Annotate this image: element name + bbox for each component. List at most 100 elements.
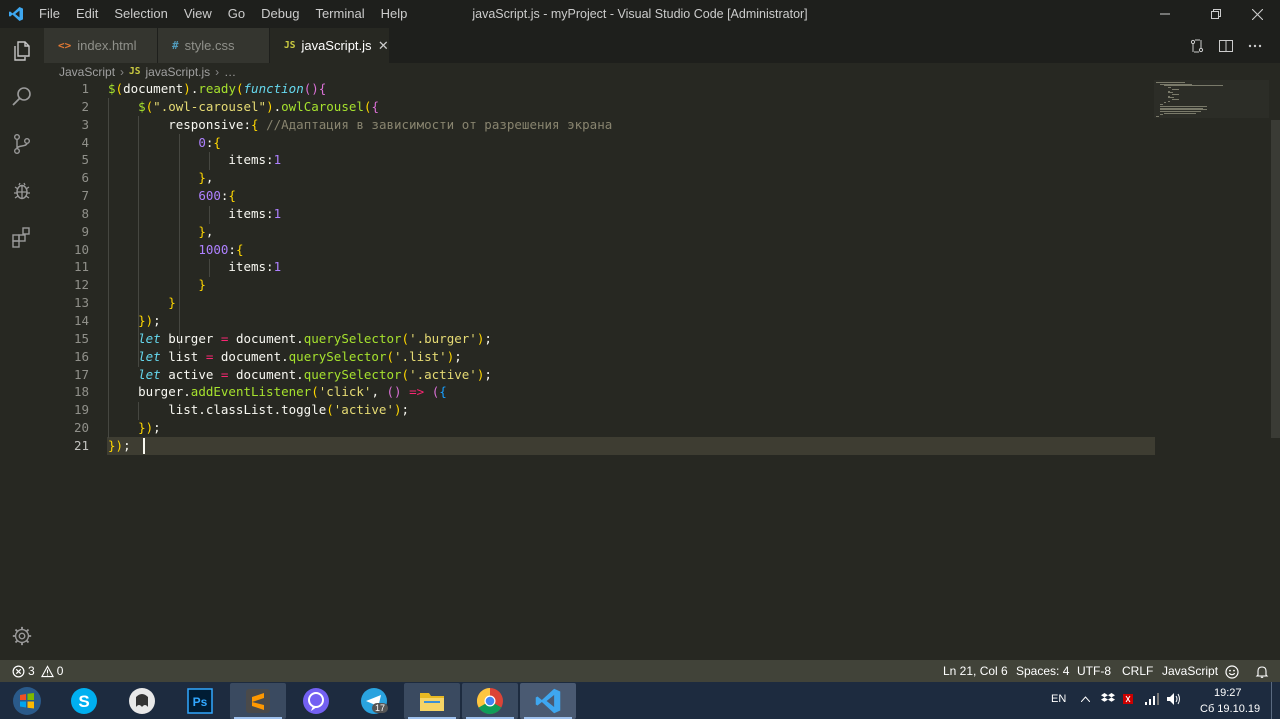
cursor-position[interactable]: Ln 21, Col 6 xyxy=(943,660,1008,682)
code-line[interactable]: }, xyxy=(108,223,1158,241)
line-number-gutter: 1 2 3 4 5 6 7 8 9 10 11 12 13 14 15 16 1… xyxy=(44,80,89,455)
menu-selection[interactable]: Selection xyxy=(106,0,175,28)
line-ending[interactable]: CRLF xyxy=(1122,660,1153,682)
language-mode[interactable]: JavaScript xyxy=(1162,660,1218,682)
editor-tabs: <> index.html # style.css JS javaScript.… xyxy=(44,28,1280,63)
code-line[interactable]: let active = document.querySelector('.ac… xyxy=(108,366,1158,384)
explorer-button[interactable] xyxy=(8,37,36,65)
system-tray: EN 19:27 Сб 19.10.19 xyxy=(1040,682,1280,719)
code-line[interactable]: }); xyxy=(108,312,1158,330)
minimap-row xyxy=(1172,93,1179,95)
problems-indicator[interactable]: 3 0 xyxy=(12,660,63,682)
minimize-button[interactable] xyxy=(1142,0,1188,28)
search-icon xyxy=(12,87,31,106)
code-line[interactable]: items:1 xyxy=(108,258,1158,276)
network-signal-icon[interactable] xyxy=(1144,692,1160,706)
start-button[interactable] xyxy=(0,683,54,719)
close-window-button[interactable] xyxy=(1234,0,1280,28)
gear-icon xyxy=(12,626,32,646)
clock-date[interactable]: Сб 19.10.19 xyxy=(1200,703,1260,715)
code-line[interactable]: 600:{ xyxy=(108,187,1158,205)
taskbar-file-explorer[interactable] xyxy=(404,683,460,719)
manage-button[interactable] xyxy=(8,622,36,650)
code-line[interactable]: let burger = document.querySelector('.bu… xyxy=(108,330,1158,348)
menu-view[interactable]: View xyxy=(176,0,220,28)
minimap-row xyxy=(1168,100,1170,102)
line-number: 8 xyxy=(81,205,89,221)
code-line[interactable]: $(".owl-carousel").owlCarousel({ xyxy=(108,98,1158,116)
code-line[interactable]: } xyxy=(108,276,1158,294)
extensions-button[interactable] xyxy=(8,223,36,251)
code-line[interactable]: }, xyxy=(108,169,1158,187)
breadcrumb-language[interactable]: JavaScript xyxy=(59,65,115,79)
taskbar-viber[interactable] xyxy=(288,683,344,719)
taskbar-photoshop[interactable]: Ps xyxy=(172,683,228,719)
debug-button[interactable] xyxy=(8,177,36,205)
file-explorer-icon xyxy=(420,693,444,711)
show-hidden-icons-icon[interactable] xyxy=(1081,696,1090,702)
menu-go[interactable]: Go xyxy=(220,0,253,28)
warning-count: 0 xyxy=(56,664,64,678)
code-line[interactable]: burger.addEventListener('click', () => (… xyxy=(108,383,1158,401)
windows-taskbar: S Ps 17 EN 19:27 Сб 19.10.19 xyxy=(0,682,1280,719)
show-desktop-button[interactable] xyxy=(1271,682,1280,719)
code-line[interactable]: items:1 xyxy=(108,151,1158,169)
code-line[interactable]: }); xyxy=(108,437,1158,455)
line-number: 6 xyxy=(81,170,89,186)
security-alert-icon[interactable] xyxy=(1122,692,1136,706)
taskbar-skype[interactable]: S xyxy=(56,683,112,719)
code-line[interactable]: let list = document.querySelector('.list… xyxy=(108,348,1158,366)
taskbar-vscode[interactable] xyxy=(520,683,576,719)
breadcrumb-symbols[interactable]: … xyxy=(224,65,236,79)
taskbar-bitnami[interactable] xyxy=(114,683,170,719)
search-button[interactable] xyxy=(8,83,36,111)
activity-bar xyxy=(0,28,44,660)
line-number: 13 xyxy=(73,295,89,311)
line-number: 4 xyxy=(81,134,89,150)
taskbar-chrome[interactable] xyxy=(462,683,518,719)
code-line[interactable]: $(document).ready(function(){ xyxy=(108,80,1158,98)
line-number: 16 xyxy=(73,348,89,364)
open-changes-button[interactable] xyxy=(1187,36,1207,56)
code-editor[interactable]: 1 2 3 4 5 6 7 8 9 10 11 12 13 14 15 16 1… xyxy=(44,80,1280,660)
tab-style-css[interactable]: # style.css xyxy=(158,28,270,63)
dropbox-icon[interactable] xyxy=(1101,693,1115,705)
restore-button[interactable] xyxy=(1193,0,1239,28)
code-line[interactable]: list.classList.toggle('active'); xyxy=(108,401,1158,419)
css-file-icon: # xyxy=(172,39,179,52)
warning-icon xyxy=(40,664,54,677)
menu-help[interactable]: Help xyxy=(373,0,416,28)
more-actions-button[interactable] xyxy=(1245,36,1265,56)
split-editor-button[interactable] xyxy=(1216,36,1236,56)
menu-edit[interactable]: Edit xyxy=(68,0,106,28)
minimap[interactable] xyxy=(1154,80,1270,118)
indentation[interactable]: Spaces: 4 xyxy=(1016,660,1069,682)
tab-javascript-js[interactable]: JS javaScript.js ✕ xyxy=(270,28,390,63)
taskbar-telegram[interactable]: 17 xyxy=(346,683,402,719)
breadcrumb-file[interactable]: javaScript.js xyxy=(145,65,210,79)
code-line[interactable]: }); xyxy=(108,419,1158,437)
code-lines[interactable]: $(document).ready(function(){ $(".owl-ca… xyxy=(108,80,1158,455)
volume-icon[interactable] xyxy=(1166,692,1182,706)
taskbar-sublime[interactable] xyxy=(230,683,286,719)
source-control-button[interactable] xyxy=(8,130,36,158)
code-line[interactable]: } xyxy=(108,294,1158,312)
menu-debug[interactable]: Debug xyxy=(253,0,307,28)
smiley-icon xyxy=(1225,665,1239,679)
clock-time[interactable]: 19:27 xyxy=(1214,687,1242,699)
encoding[interactable]: UTF-8 xyxy=(1077,660,1111,682)
input-language[interactable]: EN xyxy=(1051,693,1066,705)
code-line[interactable]: 0:{ xyxy=(108,134,1158,152)
menu-file[interactable]: File xyxy=(31,0,68,28)
tab-index-html[interactable]: <> index.html xyxy=(44,28,158,63)
tab-label: style.css xyxy=(184,38,235,53)
menu-bar: File Edit Selection View Go Debug Termin… xyxy=(31,0,415,28)
code-line[interactable]: items:1 xyxy=(108,205,1158,223)
chrome-icon xyxy=(476,687,503,715)
menu-terminal[interactable]: Terminal xyxy=(307,0,372,28)
code-line[interactable]: 1000:{ xyxy=(108,241,1158,259)
close-tab-icon[interactable]: ✕ xyxy=(378,38,389,53)
code-line[interactable]: responsive:{ //Адаптация в зависимости о… xyxy=(108,116,1158,134)
scrollbar-thumb[interactable] xyxy=(1271,120,1280,438)
line-number: 15 xyxy=(73,330,89,346)
